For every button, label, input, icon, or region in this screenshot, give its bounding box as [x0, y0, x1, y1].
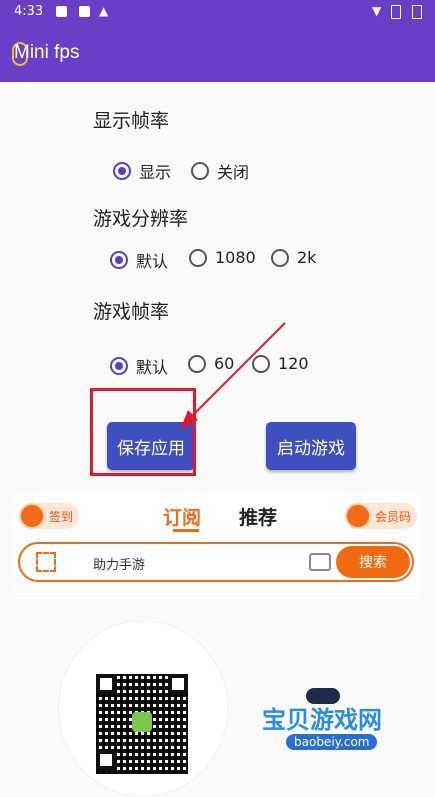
tab-subscribe[interactable]: 订阅 — [163, 503, 201, 530]
signin-icon — [19, 503, 45, 529]
qr-finder — [96, 750, 116, 770]
qr-code-image — [58, 620, 228, 797]
search-input[interactable]: 助力手游 — [93, 554, 145, 573]
android-icon — [132, 712, 152, 732]
watermark-title: 宝贝游戏网 — [262, 706, 382, 734]
signin-label: 签到 — [49, 509, 74, 524]
search-bar[interactable]: 助力手游 搜索 — [18, 542, 414, 582]
camera-icon[interactable] — [309, 553, 331, 571]
search-button[interactable]: 搜索 — [336, 546, 410, 578]
vip-icon — [345, 503, 371, 529]
ad-banner: 签到 订阅 推荐 会员码 助力手游 搜索 — [15, 495, 420, 595]
qr-finder — [96, 674, 116, 694]
scan-icon[interactable] — [36, 552, 56, 572]
vip-label: 会员码 — [375, 509, 412, 524]
vip-code-badge[interactable]: 会员码 — [345, 503, 418, 529]
tab-underline — [173, 529, 199, 532]
watermark-url: baobeiy.com — [286, 734, 378, 750]
signin-badge[interactable]: 签到 — [19, 503, 80, 529]
qr-finder — [168, 674, 188, 694]
tab-recommend[interactable]: 推荐 — [239, 503, 277, 530]
